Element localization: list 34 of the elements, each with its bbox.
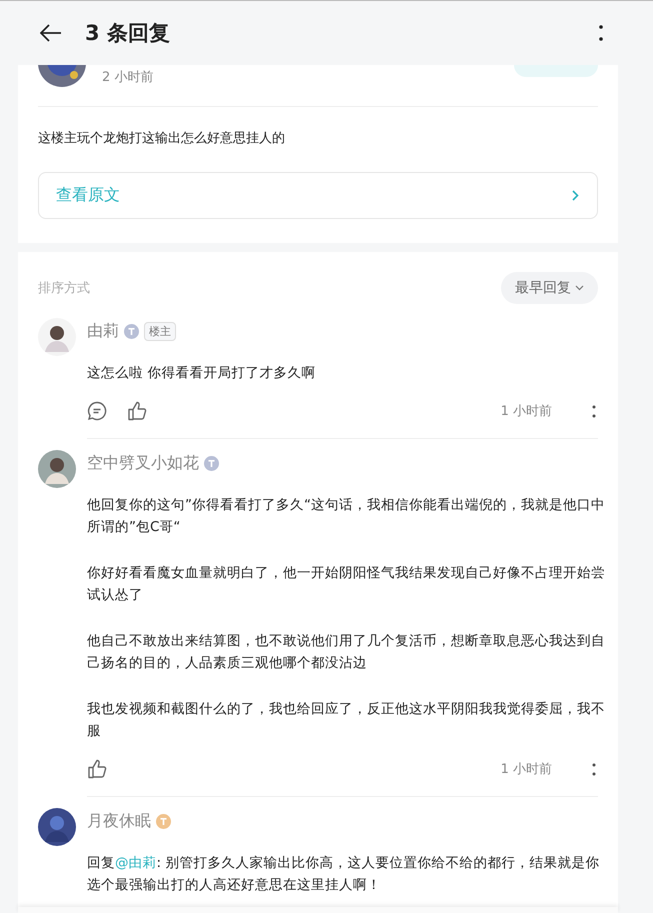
more-options-icon[interactable] xyxy=(599,25,603,41)
comment-text: 他回复你的这句”你得看看打了多久“这句话，我相信你能看出端倪的，我就是他口中所谓的”包C哥“ xyxy=(87,496,605,537)
sort-label: 排序方式 xyxy=(38,280,90,297)
avatar xyxy=(38,808,76,846)
author-name[interactable]: 空中劈叉小如花 xyxy=(87,452,199,474)
comment-time: 1 小时前 xyxy=(500,761,552,778)
author-name[interactable]: 由莉 xyxy=(87,320,119,342)
sort-dropdown[interactable]: 最早回复 xyxy=(501,272,598,304)
comment-time: 1 小时前 xyxy=(500,403,552,420)
avatar xyxy=(38,318,76,356)
author-name[interactable]: 月夜休眠 xyxy=(87,810,151,832)
op-tag: 楼主 xyxy=(144,322,176,340)
view-original-button[interactable]: 查看原文 xyxy=(38,172,598,219)
page-title: 3 条回复 xyxy=(85,20,170,47)
post-text: 这楼主玩个龙炮打这输出怎么好意思挂人的 xyxy=(38,130,286,147)
back-arrow-icon[interactable] xyxy=(40,24,62,42)
comment-text: 他自己不敢放出来结算图，也不敢说他们用了几个复活币，想断章取息恶心我达到自己扬名的目的，人品素质三观他哪个都没沾边 xyxy=(87,632,605,673)
like-icon[interactable] xyxy=(127,401,147,421)
avatar xyxy=(38,450,76,488)
comment-text: 这怎么啦 你得看看开局打了才多久啊 xyxy=(87,364,316,383)
more-options-icon[interactable] xyxy=(592,762,596,776)
post-time: 2 小时前 xyxy=(102,69,154,86)
comment-text: 你好好看看魔女血量就明白了，他一开始阴阳怪气我结果发现自己好像不占理开始尝试认怂了 xyxy=(87,564,605,605)
level-badge-icon xyxy=(124,324,139,338)
more-options-icon[interactable] xyxy=(592,404,596,418)
chevron-right-icon xyxy=(572,190,579,201)
level-badge-icon xyxy=(204,456,219,470)
comment-text: 我也发视频和截图什么的了，我也给回应了，反正他这水平阴阳我我觉得委屈，我不服 xyxy=(87,700,605,741)
chevron-down-icon xyxy=(575,285,584,291)
like-icon[interactable] xyxy=(87,759,107,779)
comment-icon[interactable] xyxy=(87,401,107,421)
level-badge-icon xyxy=(156,814,171,828)
comment-text: 回复@由莉: 别管打多久人家输出比你高，这人要位置你给不给的都行，结果就是你选个最强输出打的人高还好意思在这里挂人啊！ xyxy=(87,854,600,895)
mention-link[interactable]: @由莉 xyxy=(115,855,156,871)
